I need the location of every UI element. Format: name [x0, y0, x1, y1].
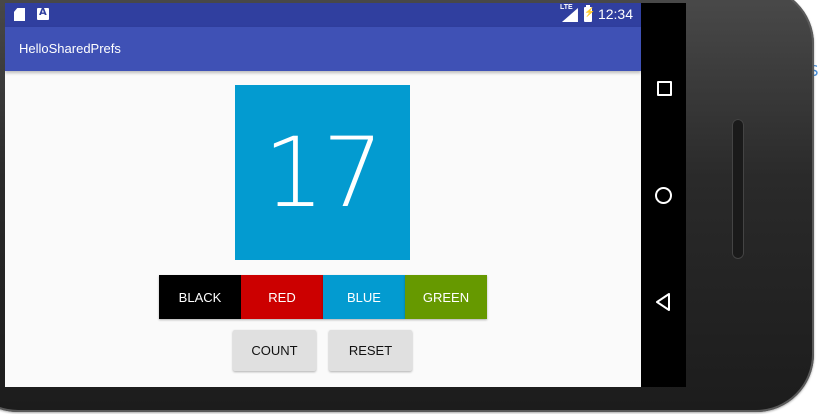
sd-card-icon — [14, 8, 25, 21]
main-content: 17 BLACK RED BLUE GREEN COUNT RESET — [5, 71, 641, 387]
status-bar: LTE 12:34 — [5, 3, 641, 27]
green-color-button[interactable]: GREEN — [405, 275, 487, 319]
app-title: HelloSharedPrefs — [19, 41, 121, 56]
app-bar: HelloSharedPrefs — [5, 27, 641, 71]
status-left-icons — [14, 7, 49, 21]
right-speaker-grille — [732, 119, 744, 259]
black-color-button[interactable]: BLACK — [159, 275, 241, 319]
back-triangle-svg — [656, 293, 670, 311]
emulator-stage: S LTE 12:34 HelloSharedP — [0, 0, 819, 414]
notification-a-icon — [37, 7, 49, 20]
battery-charging-icon — [583, 4, 595, 22]
red-color-button[interactable]: RED — [241, 275, 323, 319]
reset-button[interactable]: RESET — [329, 330, 412, 371]
navigation-bar — [641, 3, 686, 387]
blue-color-button[interactable]: BLUE — [323, 275, 405, 319]
lte-signal-icon: LTE — [559, 4, 578, 22]
color-button-row: BLACK RED BLUE GREEN — [159, 275, 487, 319]
count-display: 17 — [235, 85, 410, 260]
status-right-icons: LTE 12:34 — [559, 4, 633, 22]
device-screen: LTE 12:34 HelloSharedPrefs 17 BLACK RED … — [5, 3, 686, 387]
home-circle-icon[interactable] — [655, 187, 672, 204]
lte-label: LTE — [559, 4, 573, 11]
count-button[interactable]: COUNT — [233, 330, 316, 371]
status-clock: 12:34 — [597, 6, 633, 22]
phone-device-frame: LTE 12:34 HelloSharedPrefs 17 BLACK RED … — [0, 0, 814, 412]
recents-square-icon[interactable] — [657, 81, 672, 96]
